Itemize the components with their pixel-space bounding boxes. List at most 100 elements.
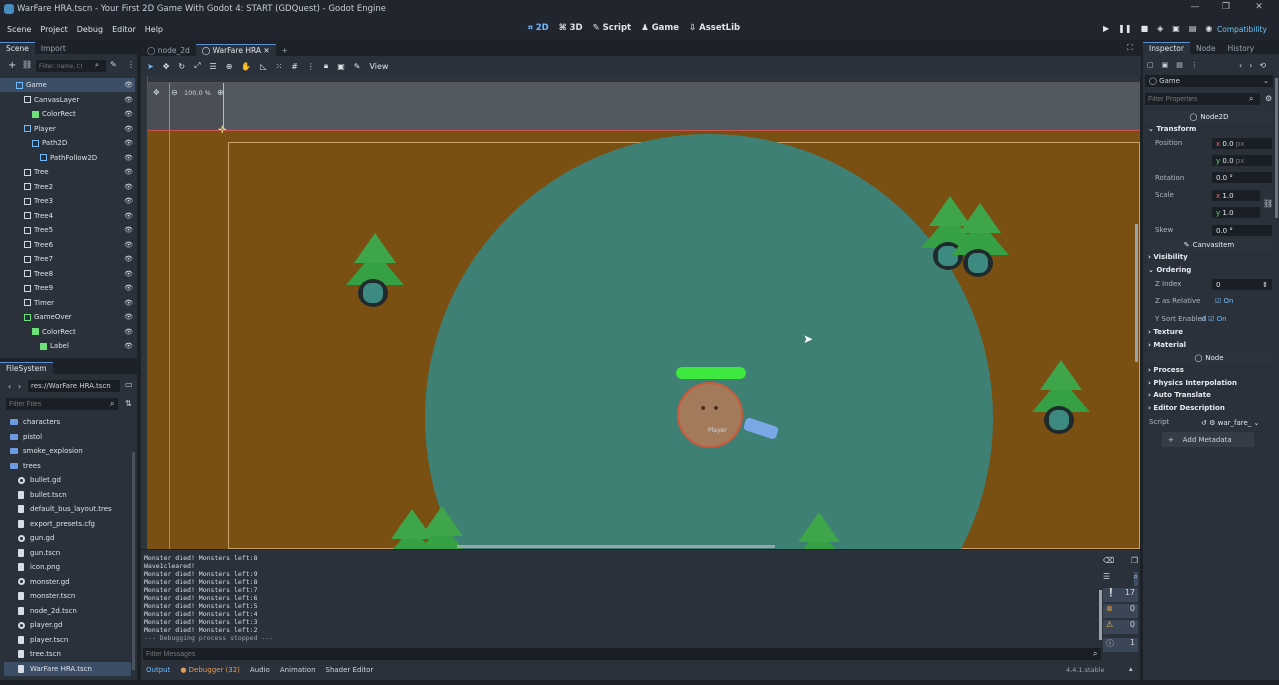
file-list-item[interactable]: player.tscn (4, 633, 131, 647)
file-list-item[interactable]: node_2d.tscn (4, 604, 131, 618)
new-tab-button[interactable]: + (276, 45, 294, 56)
visibility-icon[interactable]: 👁︎ (124, 212, 133, 220)
file-list-item[interactable]: tree.tscn (4, 647, 131, 661)
file-list-item[interactable]: default_bus_layout.tres (4, 502, 131, 516)
visibility-icon[interactable]: 👁︎ (124, 255, 133, 263)
viewport-2d[interactable]: ✛ ⊖ 100.0 % ⊕ ✥ • • Player ➤ (141, 76, 1140, 549)
file-list-item[interactable]: pistol (4, 430, 131, 444)
add-metadata-button[interactable]: + Add Metadata (1162, 432, 1254, 447)
back-icon[interactable]: ‹ (8, 382, 11, 391)
visibility-icon[interactable]: 👁︎ (124, 168, 133, 176)
menu-icon[interactable]: ⋮ (127, 60, 135, 69)
tab-filesystem[interactable]: FileSystem (0, 362, 53, 374)
wrap-icon[interactable]: ☰ ⌕ (1103, 572, 1138, 586)
close-icon[interactable]: ✕ (1244, 2, 1274, 12)
smart-snap-icon[interactable]: ⁙ (276, 62, 283, 71)
visibility-section[interactable]: › Visibility (1148, 253, 1188, 261)
zoom-out-icon[interactable]: ⊖ (171, 88, 178, 97)
clear-icon[interactable]: ⌫ ❐ (1103, 556, 1138, 570)
visibility-icon[interactable]: 👁︎ (124, 270, 133, 278)
workspace-game[interactable]: ♟ Game (641, 23, 679, 33)
visibility-icon[interactable]: 👁︎ (124, 226, 133, 234)
file-list-item[interactable]: WarFare HRA.tscn (4, 661, 131, 676)
split-view-icon[interactable]: ▭ (125, 380, 133, 389)
zindex-field[interactable]: 0 ⇕ (1212, 279, 1272, 290)
forward-icon[interactable]: › (18, 382, 21, 391)
tab-inspector[interactable]: Inspector (1143, 42, 1190, 54)
movie-icon[interactable]: ◉ (1205, 24, 1212, 33)
ysort-checkbox[interactable]: ↺ ☑ On (1200, 315, 1227, 323)
scene-node-row[interactable]: Path2D 👁︎ (0, 136, 135, 150)
scene-node-row[interactable]: Tree4 👁︎ (0, 209, 135, 223)
visibility-icon[interactable]: 👁︎ (124, 342, 133, 350)
layout-icon[interactable]: ▴ (1129, 665, 1133, 673)
grid-snap-icon[interactable]: # (291, 62, 298, 71)
file-list-item[interactable]: characters (4, 415, 131, 429)
file-filter-input[interactable] (6, 398, 118, 410)
info-counter[interactable]: ⓘ 1 (1103, 638, 1138, 652)
rotate-tool-icon[interactable]: ↻ (178, 62, 185, 71)
ruler-icon[interactable]: ◺ (260, 62, 266, 71)
scene-node-row[interactable]: Player 👁︎ (0, 122, 135, 136)
menu-help[interactable]: Help (145, 25, 163, 34)
scene-node-row[interactable]: ColorRect 👁︎ (0, 325, 135, 339)
link-icon[interactable]: ⛓ (22, 60, 32, 69)
select-tool-icon[interactable]: ➤ (147, 62, 154, 71)
visibility-icon[interactable]: 👁︎ (124, 96, 133, 104)
workspace-script[interactable]: ✎ Script (593, 23, 632, 33)
inspector-scrollbar[interactable] (1275, 78, 1278, 218)
tab-node[interactable]: Node (1190, 43, 1222, 54)
visibility-icon[interactable]: 👁︎ (124, 241, 133, 249)
output-scrollbar[interactable] (1099, 590, 1102, 640)
scale-x-field[interactable]: x 1.0 (1212, 190, 1260, 201)
tab-scene[interactable]: Scene (0, 42, 35, 54)
message-counter[interactable]: ❕ 17 (1103, 588, 1138, 602)
minimize-icon[interactable]: — (1180, 2, 1210, 12)
filter-messages-input[interactable] (143, 648, 1101, 660)
scene-node-row[interactable]: Tree7 👁︎ (0, 252, 135, 266)
scale-y-field[interactable]: y 1.0 (1212, 207, 1260, 218)
scene-node-row[interactable]: GameOver 👁︎ (0, 310, 135, 324)
visibility-icon[interactable]: 👁︎ (124, 154, 133, 162)
pan-icon[interactable]: ✋ (241, 62, 251, 71)
autotranslate-section[interactable]: › Auto Translate (1148, 391, 1211, 399)
scene-node-row[interactable]: Tree5 👁︎ (0, 223, 135, 237)
scene-node-row[interactable]: Tree9 👁︎ (0, 281, 135, 295)
menu-debug[interactable]: Debug (77, 25, 103, 34)
warning-counter[interactable]: ⚠ 0 (1103, 620, 1138, 634)
zoom-level[interactable]: 100.0 % (184, 89, 211, 97)
file-list-item[interactable]: bullet.tscn (4, 488, 131, 502)
pivot-icon[interactable]: ⊕ (226, 62, 233, 71)
visibility-icon[interactable]: 👁︎ (124, 139, 133, 147)
scene-node-row[interactable]: Timer 👁︎ (0, 296, 135, 310)
skew-field[interactable]: 0.0 ° (1212, 225, 1272, 236)
play-scene-icon[interactable]: ▣ (1172, 24, 1180, 33)
position-x-field[interactable]: x 0.0 px (1212, 138, 1272, 149)
scene-node-row[interactable]: Tree3 👁︎ (0, 194, 135, 208)
file-list-item[interactable]: export_presets.cfg (4, 517, 131, 531)
play-icon[interactable]: ▶ (1103, 24, 1109, 33)
ordering-section[interactable]: ⌄ Ordering (1148, 266, 1191, 274)
link-scale-icon[interactable]: ⛓ (1263, 199, 1273, 208)
workspace-assetlib[interactable]: ⇩ AssetLib (689, 23, 740, 33)
menu-project[interactable]: Project (40, 25, 67, 34)
horizontal-scrollbar[interactable] (457, 545, 775, 548)
scene-node-row[interactable]: Tree6 👁︎ (0, 238, 135, 252)
group-icon[interactable]: ▣ (337, 62, 345, 71)
rotation-field[interactable]: 0.0 ° (1212, 172, 1272, 183)
scrollbar[interactable] (132, 452, 135, 670)
more-icon[interactable]: ⋮ (1191, 61, 1198, 69)
distraction-free-icon[interactable]: ⛶ (1127, 43, 1133, 53)
scene-node-row[interactable]: PathFollow2D 👁︎ (0, 151, 135, 165)
visibility-icon[interactable]: 👁︎ (124, 328, 133, 336)
filter-properties-input[interactable] (1145, 93, 1260, 105)
view-menu[interactable]: View (369, 62, 388, 71)
move-icon[interactable]: ✥ (153, 88, 160, 97)
file-list-item[interactable]: icon.png (4, 560, 131, 574)
tab-import[interactable]: Import (35, 43, 72, 54)
error-counter[interactable]: ⊗ 0 (1103, 604, 1138, 618)
play-custom-icon[interactable]: ▤ (1189, 24, 1197, 33)
scene-node-row[interactable]: Tree8 👁︎ (0, 267, 135, 281)
bone-icon[interactable]: ✎ (354, 62, 361, 71)
path-field[interactable]: res://WarFare HRA.tscn (28, 380, 120, 392)
